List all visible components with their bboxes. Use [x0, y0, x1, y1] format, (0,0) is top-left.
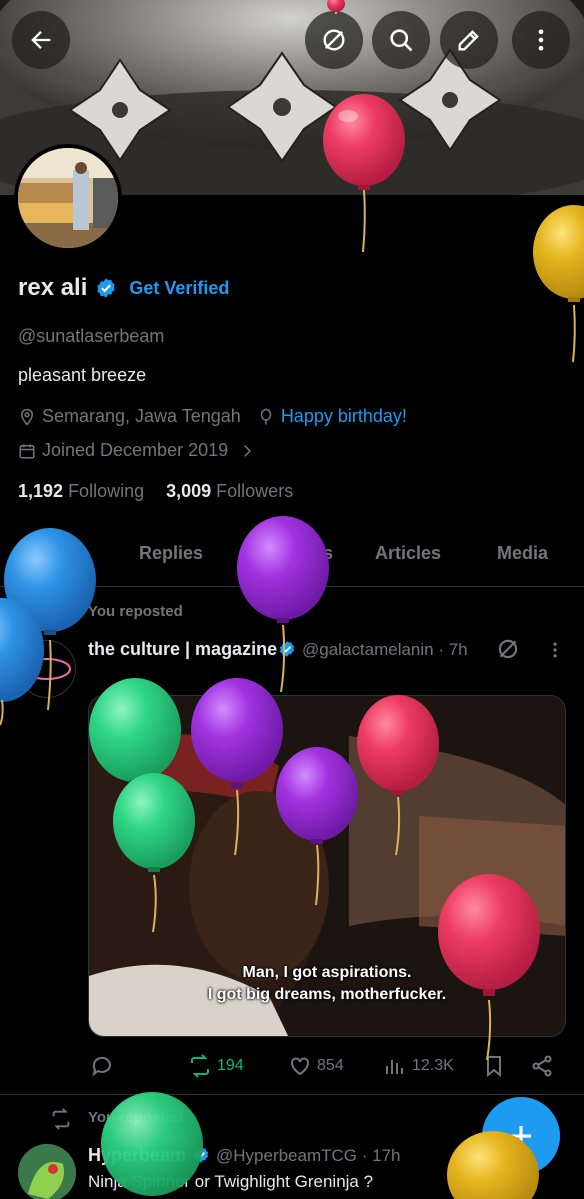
- like-count: 854: [317, 1057, 344, 1074]
- more-vertical-icon: [538, 29, 544, 51]
- tab-highlights[interactable]: Highlights: [245, 543, 333, 564]
- following-count: 1,192: [18, 481, 64, 501]
- tab-replies[interactable]: Replies: [139, 543, 203, 564]
- location-pin-icon: [20, 408, 34, 426]
- bookmark-button[interactable]: [482, 1054, 506, 1078]
- compose-plus-icon: [511, 1126, 531, 1146]
- following-link[interactable]: 1,192 Following: [18, 481, 144, 502]
- retweet-count: 194: [217, 1057, 244, 1074]
- media-subtitle-line1: Man, I got aspirations.: [242, 964, 412, 981]
- repost-label: You reposted: [88, 1109, 183, 1126]
- search-button[interactable]: [372, 11, 430, 69]
- avatar-image: [18, 148, 118, 248]
- avatar[interactable]: [14, 144, 122, 252]
- post-divider: [0, 1094, 584, 1095]
- profile-handle: @sunatlaserbeam: [18, 326, 165, 346]
- post-actions: 194 854 12.3K: [88, 1052, 558, 1082]
- followers-count: 3,009: [166, 481, 212, 501]
- post-author-name[interactable]: the culture | magazine: [88, 639, 277, 660]
- following-label: Following: [68, 481, 145, 501]
- profile-location: Semarang, Jawa Tengah: [42, 406, 241, 426]
- retweet-button[interactable]: 194: [188, 1054, 244, 1078]
- edit-icon: [458, 30, 479, 51]
- post-text: Ninja Spinner or Twighlight Greninja ?: [88, 1172, 374, 1191]
- followers-label: Followers: [216, 481, 294, 501]
- tab-media[interactable]: Media: [497, 543, 548, 564]
- balloon: [533, 205, 584, 363]
- like-icon: [291, 1057, 309, 1076]
- repost-icon: [52, 602, 70, 624]
- compose-button[interactable]: [482, 1097, 560, 1175]
- post-author-avatar[interactable]: [18, 640, 76, 698]
- repost-icon: [191, 1054, 209, 1078]
- views-icon: [386, 1060, 403, 1074]
- post-author-avatar[interactable]: [18, 1144, 76, 1199]
- tab-posts[interactable]: Posts: [32, 543, 81, 564]
- post-author-name[interactable]: Hyperbeam: [88, 1145, 186, 1166]
- balloon-icon: [260, 408, 272, 424]
- author-avatar-image: [18, 1144, 76, 1199]
- like-button[interactable]: 854: [288, 1054, 344, 1078]
- repost-icon: [52, 1108, 70, 1130]
- hide-reposts-button[interactable]: [305, 11, 363, 69]
- share-icon: [532, 1055, 552, 1077]
- edit-profile-button[interactable]: [440, 11, 498, 69]
- views-count: 12.3K: [412, 1057, 454, 1074]
- author-logo-icon: [23, 658, 71, 680]
- repost-label: You reposted: [88, 603, 183, 620]
- post-media-image[interactable]: Man, I got aspirations. I got big dreams…: [88, 695, 566, 1037]
- active-tab-indicator: [28, 581, 86, 585]
- grok-icon[interactable]: [495, 636, 521, 662]
- share-button[interactable]: [530, 1054, 554, 1078]
- calendar-icon: [19, 443, 35, 458]
- post-handle-time: @galactamelanin · 7h: [302, 640, 468, 659]
- chevron-right-icon[interactable]: [238, 442, 256, 460]
- back-arrow-icon: [31, 31, 51, 49]
- profile-tabs: Posts Replies Highlights Articles Media: [0, 523, 584, 587]
- search-icon: [390, 29, 413, 52]
- get-verified-link[interactable]: Get Verified: [129, 278, 229, 299]
- verified-badge-icon: [193, 1147, 209, 1163]
- more-options-button[interactable]: [512, 11, 570, 69]
- post-handle-time: @HyperbeamTCG · 17h: [216, 1146, 401, 1165]
- birthday-link[interactable]: Happy birthday!: [281, 406, 407, 427]
- views-button[interactable]: 12.3K: [383, 1054, 454, 1078]
- reply-button[interactable]: [90, 1054, 114, 1078]
- verified-badge-icon: [279, 641, 295, 657]
- more-vertical-icon[interactable]: [545, 640, 565, 660]
- profile-joined: Joined December 2019: [42, 440, 229, 460]
- tab-articles[interactable]: Articles: [375, 543, 441, 564]
- verified-badge-icon: [97, 278, 116, 298]
- media-subtitle-line2: I got big dreams, motherfucker.: [207, 986, 447, 1003]
- followers-link[interactable]: 3,009 Followers: [166, 481, 293, 502]
- hide-reposts-icon: [323, 29, 345, 51]
- back-button[interactable]: [12, 11, 70, 69]
- profile-bio: pleasant breeze: [18, 365, 147, 385]
- profile-name: rex ali: [18, 274, 88, 301]
- bookmark-icon: [487, 1056, 501, 1078]
- reply-icon: [92, 1056, 111, 1077]
